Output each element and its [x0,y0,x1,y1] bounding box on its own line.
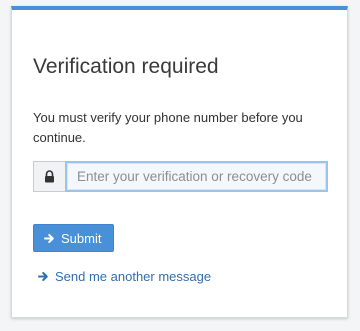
submit-label: Submit [61,230,102,246]
lock-icon [33,161,65,192]
code-input-wrapper [65,161,328,192]
send-another-message-link[interactable]: Send me another message [38,269,211,284]
arrow-right-icon [38,271,49,282]
verification-card: Verification required You must verify yo… [11,6,348,318]
page-title: Verification required [33,55,219,78]
verification-code-input[interactable] [65,161,328,192]
arrow-right-icon [44,233,55,244]
code-input-group [33,161,328,192]
submit-button[interactable]: Submit [33,224,115,252]
verification-description: You must verify your phone number before… [33,110,303,145]
resend-label: Send me another message [55,269,212,284]
